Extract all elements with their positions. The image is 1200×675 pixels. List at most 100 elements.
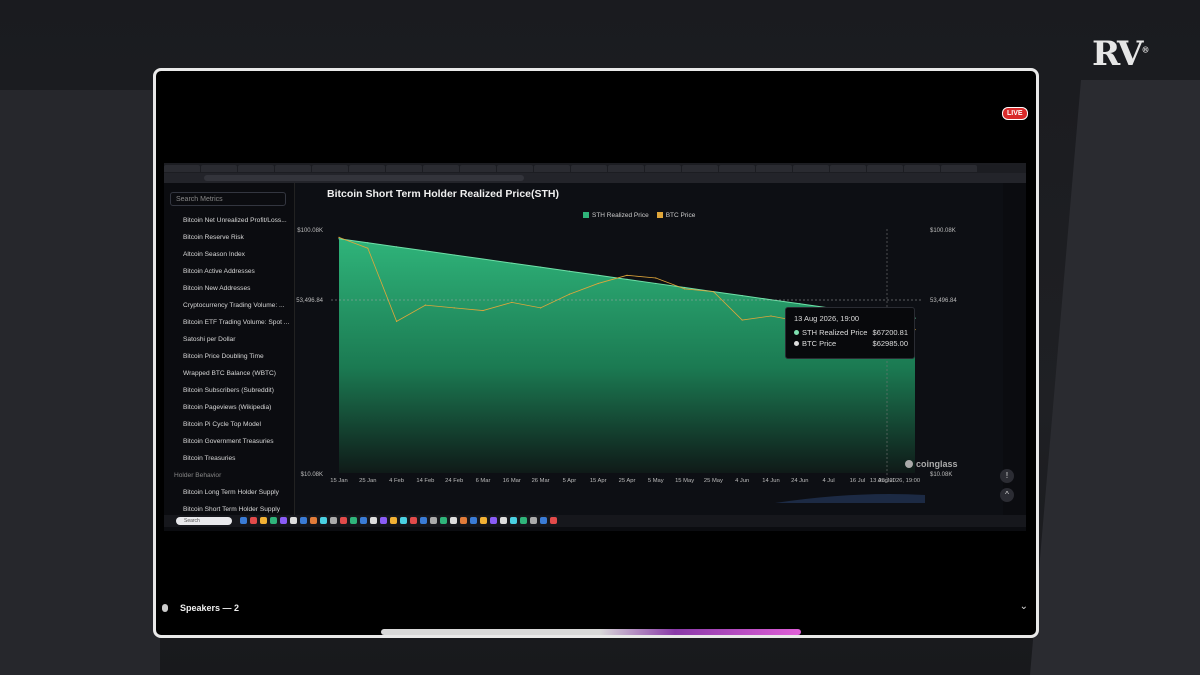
x-tick-label: 14 Jun <box>762 478 779 484</box>
metric-item[interactable]: Bitcoin New Addresses <box>183 285 291 292</box>
x-tick-label: 5 May <box>648 478 664 484</box>
taskbar-app-icon[interactable] <box>330 517 337 524</box>
btc-point <box>770 315 772 317</box>
browser-tab[interactable] <box>867 165 903 172</box>
sth-point <box>626 278 628 280</box>
browser-tab[interactable] <box>423 165 459 172</box>
taskbar-app-icon[interactable] <box>520 517 527 524</box>
taskbar-app-icon[interactable] <box>260 517 267 524</box>
browser-tab[interactable] <box>312 165 348 172</box>
taskbar-search[interactable]: Search <box>176 517 232 525</box>
taskbar-app-icon[interactable] <box>290 517 297 524</box>
taskbar-app-icon[interactable] <box>310 517 317 524</box>
metric-item[interactable]: Bitcoin Reserve Risk <box>183 234 291 241</box>
taskbar-app-icon[interactable] <box>550 517 557 524</box>
metric-item[interactable]: Bitcoin Long Term Holder Supply <box>183 489 291 496</box>
info-icon[interactable]: ! <box>1000 469 1014 483</box>
browser-tab[interactable] <box>682 165 718 172</box>
live-badge: LIVE <box>1002 107 1028 120</box>
metric-item[interactable]: Altcoin Season Index <box>183 251 291 258</box>
browser-tab[interactable] <box>534 165 570 172</box>
browser-tab[interactable] <box>201 165 237 172</box>
taskbar-app-icon[interactable] <box>340 517 347 524</box>
metric-item[interactable]: Bitcoin Pageviews (Wikipedia) <box>183 404 291 411</box>
browser-tab[interactable] <box>608 165 644 172</box>
sth-point <box>338 238 340 240</box>
sth-point <box>396 246 398 248</box>
browser-tab[interactable] <box>830 165 866 172</box>
search-metrics-input[interactable]: Search Metrics <box>170 192 286 206</box>
taskbar-app-icon[interactable] <box>440 517 447 524</box>
browser-tab[interactable] <box>645 165 681 172</box>
chart-tooltip: 13 Aug 2026, 19:00 STH Realized Price $67… <box>785 307 915 359</box>
metric-item[interactable]: Bitcoin Short Term Holder Supply <box>183 506 291 513</box>
taskbar-app-icon[interactable] <box>250 517 257 524</box>
taskbar-app-icon[interactable] <box>530 517 537 524</box>
speakers-label[interactable]: Speakers — 2 <box>162 603 239 613</box>
browser-tab[interactable] <box>238 165 274 172</box>
taskbar-app-icon[interactable] <box>300 517 307 524</box>
browser-tab[interactable] <box>164 165 200 172</box>
metric-item[interactable]: Bitcoin ETF Trading Volume: Spot ... <box>183 319 291 326</box>
metric-item[interactable]: Cryptocurrency Trading Volume: ... <box>183 302 291 309</box>
metric-item[interactable]: Bitcoin Treasuries <box>183 455 291 462</box>
metric-item[interactable]: Bitcoin Active Addresses <box>183 268 291 275</box>
scroll-top-icon[interactable]: ^ <box>1000 488 1014 502</box>
taskbar-app-icon[interactable] <box>540 517 547 524</box>
taskbar-app-icon[interactable] <box>460 517 467 524</box>
metric-item[interactable]: Bitcoin Government Treasuries <box>183 438 291 445</box>
taskbar-app-icon[interactable] <box>280 517 287 524</box>
taskbar-app-icon[interactable] <box>450 517 457 524</box>
taskbar-app-icon[interactable] <box>470 517 477 524</box>
taskbar-app-icon[interactable] <box>270 517 277 524</box>
taskbar-app-icon[interactable] <box>380 517 387 524</box>
browser-tab[interactable] <box>719 165 755 172</box>
x-tick-label: 25 Apr <box>619 478 636 484</box>
chevron-down-icon[interactable]: ⌄ <box>1020 601 1028 612</box>
metrics-sidebar: Search Metrics Bitcoin Net Unrealized Pr… <box>164 183 295 515</box>
browser-tab[interactable] <box>941 165 977 172</box>
metric-item[interactable]: Bitcoin Net Unrealized Profit/Loss... <box>183 217 291 224</box>
browser-tab[interactable] <box>460 165 496 172</box>
browser-tab[interactable] <box>571 165 607 172</box>
taskbar-app-icon[interactable] <box>390 517 397 524</box>
browser-tab[interactable] <box>756 165 792 172</box>
shared-screen: Search Metrics Bitcoin Net Unrealized Pr… <box>164 163 1026 531</box>
browser-tab[interactable] <box>904 165 940 172</box>
taskbar-app-icon[interactable] <box>410 517 417 524</box>
metric-item[interactable]: Wrapped BTC Balance (WBTC) <box>183 370 291 377</box>
sth-point <box>540 266 542 268</box>
taskbar-app-icon[interactable] <box>400 517 407 524</box>
metric-item[interactable]: Bitcoin Subscribers (Subreddit) <box>183 387 291 394</box>
x-tick-label: 14 Feb <box>416 478 434 484</box>
taskbar-app-icon[interactable] <box>240 517 247 524</box>
browser-addressbar <box>164 173 1026 183</box>
metric-item[interactable]: Bitcoin Price Doubling Time <box>183 353 291 360</box>
metric-item[interactable]: Bitcoin Pi Cycle Top Model <box>183 421 291 428</box>
background-panel-left <box>0 90 160 675</box>
browser-tab[interactable] <box>349 165 385 172</box>
x-tick-label: 4 Feb <box>389 478 404 484</box>
browser-tab[interactable] <box>497 165 533 172</box>
taskbar-app-icon[interactable] <box>500 517 507 524</box>
btc-point <box>597 282 599 285</box>
x-tick-label: 26 Mar <box>532 478 550 484</box>
sth-point <box>684 286 686 289</box>
url-field[interactable] <box>204 175 524 181</box>
browser-tab[interactable] <box>793 165 829 172</box>
taskbar-app-icon[interactable] <box>430 517 437 524</box>
taskbar-app-icon[interactable] <box>510 517 517 524</box>
taskbar-app-icon[interactable] <box>360 517 367 524</box>
x-tick-label: 25 Jan <box>359 478 376 484</box>
taskbar-app-icon[interactable] <box>480 517 487 524</box>
btc-point <box>396 320 398 322</box>
metric-item[interactable]: Satoshi per Dollar <box>183 336 291 343</box>
taskbar-app-icon[interactable] <box>490 517 497 524</box>
browser-tab[interactable] <box>386 165 422 172</box>
taskbar-app-icon[interactable] <box>370 517 377 524</box>
taskbar-app-icon[interactable] <box>420 517 427 524</box>
taskbar-app-icon[interactable] <box>320 517 327 524</box>
holder-behavior-group[interactable]: Holder Behavior <box>174 472 282 479</box>
browser-tab[interactable] <box>275 165 311 172</box>
taskbar-app-icon[interactable] <box>350 517 357 524</box>
